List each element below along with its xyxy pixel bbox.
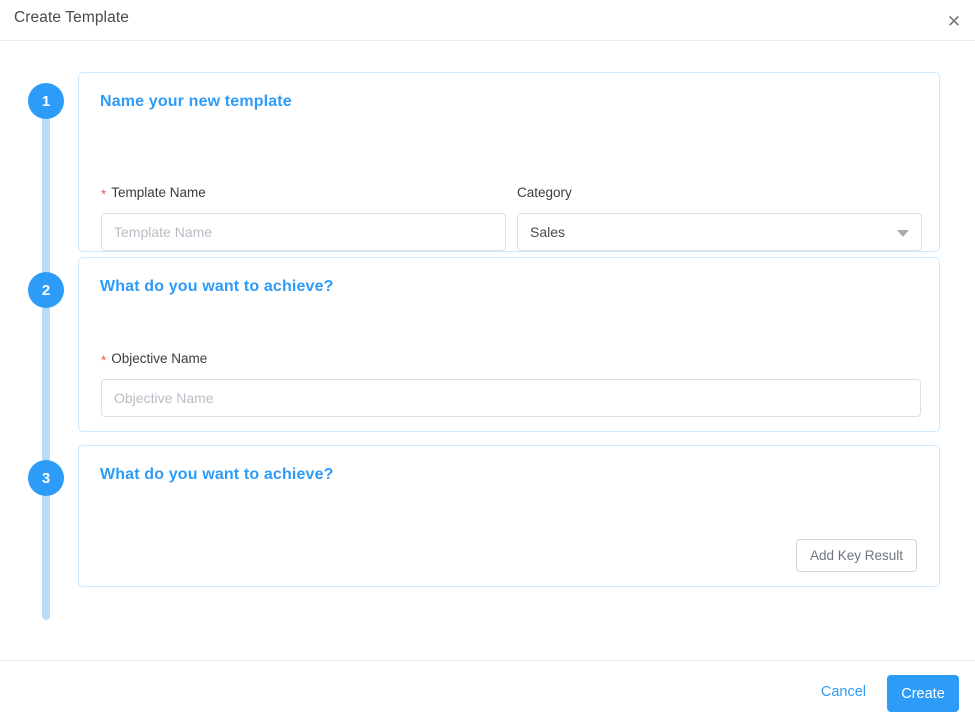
category-label: Category [517,185,572,200]
stepper-connector-line [42,101,50,620]
objective-name-label: * Objective Name [101,351,208,368]
required-asterisk: * [101,353,107,368]
cancel-button[interactable]: Cancel [821,684,866,700]
category-selected-value: Sales [530,224,566,240]
modal-footer: Cancel Create [0,660,975,718]
create-button[interactable]: Create [887,675,959,712]
step-1-number-badge[interactable]: 1 [28,83,64,119]
objective-name-input[interactable] [101,379,921,417]
chevron-down-icon [897,230,909,237]
add-key-result-button[interactable]: Add Key Result [795,539,917,572]
create-template-modal: Create Template ✕ 1 Name your new templa… [0,0,975,718]
modal-body: 1 Name your new template * Template Name … [0,41,975,660]
required-asterisk: * [101,187,107,202]
objective-name-label-text: Objective Name [111,351,208,366]
step-3-title: What do you want to achieve? [100,466,334,483]
page-title: Create Template [14,9,129,26]
template-name-input[interactable] [101,213,506,251]
modal-header: Create Template ✕ [0,0,975,41]
step-1-card: Name your new template * Template Name Ca… [78,72,940,252]
step-2-title: What do you want to achieve? [100,278,334,295]
step-3-number-badge[interactable]: 3 [28,460,64,496]
template-name-label: * Template Name [101,185,206,202]
step-2-number-badge[interactable]: 2 [28,272,64,308]
template-name-label-text: Template Name [111,185,206,200]
close-icon[interactable]: ✕ [939,6,969,36]
category-select[interactable]: Sales [517,213,922,251]
step-3-card: What do you want to achieve? Add Key Res… [78,445,940,587]
step-2-card: What do you want to achieve? * Objective … [78,257,940,432]
step-1-title: Name your new template [100,93,292,110]
